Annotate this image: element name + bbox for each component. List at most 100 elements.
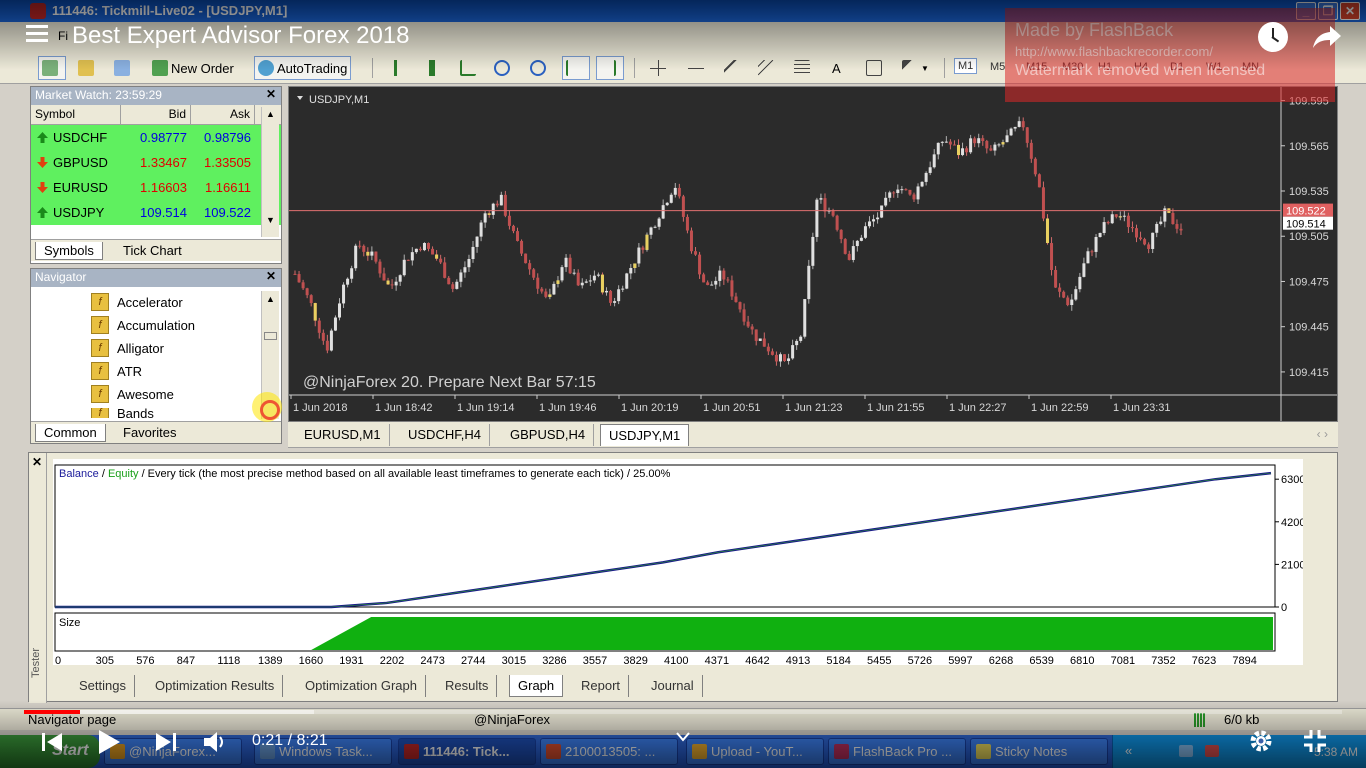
scroll-down-icon[interactable]: ▼ <box>262 215 279 225</box>
channel-button[interactable] <box>754 56 780 80</box>
horizontal-line-button[interactable] <box>684 56 710 80</box>
candle-body <box>572 272 576 274</box>
text-label-button[interactable] <box>862 56 886 80</box>
size-volume-area <box>311 617 1273 650</box>
tester-tab-optimization-results[interactable]: Optimization Results <box>147 675 284 697</box>
new-chart-button[interactable] <box>38 56 66 80</box>
tester-tab-settings[interactable]: Settings <box>71 675 135 697</box>
security-icon[interactable] <box>1205 745 1219 757</box>
text-button[interactable]: A <box>828 56 852 80</box>
new-order-button[interactable]: New Order <box>148 56 238 80</box>
market-watch-row[interactable]: USDJPY 109.514 109.522 <box>31 200 281 225</box>
close-icon[interactable]: ✕ <box>32 455 42 469</box>
scroll-up-icon[interactable]: ▲ <box>262 109 279 119</box>
previous-icon[interactable] <box>40 730 64 754</box>
chart-tabs-scroll-arrows[interactable]: ‹ › <box>1317 427 1328 441</box>
profiles-button[interactable] <box>74 56 102 80</box>
tester-tab-journal[interactable]: Journal <box>643 675 703 697</box>
candle-body <box>394 281 398 286</box>
trendline-button[interactable] <box>720 56 746 80</box>
close-icon[interactable]: ✕ <box>266 269 276 283</box>
navigator-item-label: Accelerator <box>117 294 183 310</box>
video-menu-icon[interactable] <box>26 25 48 43</box>
autotrading-button[interactable]: AutoTrading <box>254 56 352 80</box>
candle-body <box>443 262 447 278</box>
deal-tick-label: 7352 <box>1151 655 1175 665</box>
menu-file[interactable]: Fi <box>58 29 68 43</box>
chart-shift-button[interactable] <box>596 56 624 80</box>
ask-price: 1.16611 <box>204 180 251 195</box>
tester-tab-graph[interactable]: Graph <box>509 675 564 697</box>
video-progress-bar[interactable] <box>24 710 1342 714</box>
new-chart-icon <box>42 60 58 76</box>
candle-body <box>1082 263 1086 277</box>
balance-tick-label: 4200216 <box>1281 517 1303 529</box>
market-watch-row[interactable]: USDCHF 0.98777 0.98796 <box>31 125 281 150</box>
chart-menu-triangle-icon[interactable] <box>297 96 303 100</box>
close-button[interactable]: ✕ <box>1340 2 1360 20</box>
crosshair-button[interactable] <box>646 56 672 80</box>
line-chart-button[interactable] <box>456 56 482 80</box>
tab-tick-chart[interactable]: Tick Chart <box>115 242 190 259</box>
column-ask[interactable]: Ask <box>191 105 255 124</box>
navigator-item-accumulation[interactable]: f Accumulation <box>91 316 195 334</box>
navigator-item-atr[interactable]: f ATR <box>91 362 142 380</box>
scroll-up-icon[interactable]: ▲ <box>262 294 279 304</box>
scroll-thumb[interactable] <box>264 332 277 340</box>
price-tick-label: 109.415 <box>1289 367 1329 379</box>
ask-price: 1.33505 <box>204 155 251 170</box>
navigator-item-alligator[interactable]: f Alligator <box>91 339 164 357</box>
volume-icon[interactable] <box>202 729 228 755</box>
play-icon[interactable] <box>96 728 122 756</box>
market-watch-row[interactable]: GBPUSD 1.33467 1.33505 <box>31 150 281 175</box>
arrows-dropdown-button[interactable]: ▼ <box>898 56 934 80</box>
zoom-in-button[interactable] <box>490 56 516 80</box>
share-icon[interactable] <box>1312 24 1342 50</box>
timeframe-m1[interactable]: M1 <box>954 58 978 74</box>
navigator-item-accelerator[interactable]: f Accelerator <box>91 293 183 311</box>
candle-body <box>928 167 932 173</box>
video-title[interactable]: Best Expert Advisor Forex 2018 <box>72 22 410 50</box>
autoscroll-button[interactable] <box>562 56 590 80</box>
tab-common[interactable]: Common <box>35 424 106 442</box>
price-chart-canvas[interactable]: 109.595109.565109.535109.505109.475109.4… <box>289 87 1337 421</box>
chart-tab-gbpusd[interactable]: GBPUSD,H4 <box>502 424 595 446</box>
taskbar-item[interactable]: Sticky Notes <box>970 738 1108 765</box>
tester-tab-results[interactable]: Results <box>437 675 498 697</box>
taskbar-item[interactable]: 2100013505: ... <box>540 738 678 765</box>
exit-fullscreen-icon[interactable] <box>1302 728 1328 754</box>
market-watch-scrollbar[interactable]: ▲ ▼ <box>261 107 279 237</box>
settings-gear-icon[interactable] <box>1248 728 1274 754</box>
close-icon[interactable]: ✕ <box>266 87 276 101</box>
candle-body <box>568 257 572 274</box>
zoom-out-button[interactable] <box>526 56 552 80</box>
tab-favorites[interactable]: Favorites <box>115 424 184 441</box>
chart-tab-eurusd[interactable]: EURUSD,M1 <box>296 424 390 446</box>
navigator-item-awesome[interactable]: f Awesome <box>91 385 174 403</box>
tray-expand-icon[interactable]: « <box>1125 743 1132 758</box>
network-icon[interactable] <box>1179 745 1193 757</box>
column-bid[interactable]: Bid <box>121 105 191 124</box>
market-watch-button[interactable] <box>110 56 138 80</box>
watch-later-icon[interactable] <box>1258 22 1288 52</box>
status-traffic: 6/0 kb <box>1224 712 1260 727</box>
chart-tab-usdchf[interactable]: USDCHF,H4 <box>400 424 490 446</box>
chart-tab-usdjpy[interactable]: USDJPY,M1 <box>600 424 690 446</box>
column-symbol[interactable]: Symbol <box>31 105 121 124</box>
taskbar-item[interactable]: FlashBack Pro ... <box>828 738 966 765</box>
fibonacci-button[interactable] <box>790 56 816 80</box>
taskbar-item[interactable]: Upload - YouT... <box>686 738 824 765</box>
tab-symbols[interactable]: Symbols <box>35 242 103 260</box>
market-watch-row[interactable]: EURUSD 1.16603 1.16611 <box>31 175 281 200</box>
market-watch-columns: Symbol Bid Ask <box>31 105 281 125</box>
price-chart[interactable]: 109.595109.565109.535109.505109.475109.4… <box>288 86 1338 422</box>
bar-chart-button[interactable] <box>384 56 410 80</box>
tester-tab-optimization-graph[interactable]: Optimization Graph <box>297 675 426 697</box>
tester-tab-report[interactable]: Report <box>573 675 630 697</box>
navigator-item-bands[interactable]: f Bands <box>91 408 154 418</box>
timeframe-m5[interactable]: M5 <box>990 61 1005 73</box>
taskbar-item[interactable]: 111446: Tick... <box>398 738 536 765</box>
chevron-down-icon[interactable] <box>676 732 690 742</box>
candlestick-button[interactable] <box>420 56 446 80</box>
next-icon[interactable] <box>154 730 178 754</box>
